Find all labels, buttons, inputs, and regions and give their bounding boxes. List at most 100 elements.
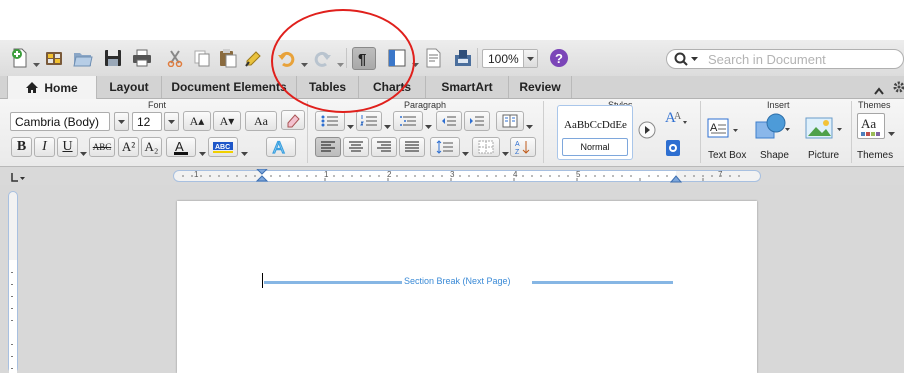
gear-icon[interactable] [892, 80, 904, 99]
picture-insert-icon[interactable] [804, 114, 844, 147]
undo-icon[interactable] [276, 47, 298, 69]
sort-button[interactable]: AZ [510, 137, 536, 157]
themes-gallery-icon[interactable]: Aa [857, 113, 885, 139]
chevron-down-icon[interactable] [114, 112, 129, 131]
bullets-button[interactable] [315, 111, 345, 131]
group-divider [700, 101, 701, 163]
sidebar-dropdown-icon[interactable] [412, 55, 419, 67]
open-icon[interactable] [72, 47, 94, 69]
section-break[interactable]: Section Break (Next Page) [262, 276, 673, 288]
style-normal[interactable]: AaBbCcDdEe Normal [557, 105, 633, 160]
tab-home[interactable]: Home [7, 76, 97, 99]
shape-insert-icon[interactable] [754, 112, 794, 147]
chevron-down-icon[interactable] [241, 144, 248, 156]
columns-button[interactable] [496, 111, 524, 131]
text-box-icon[interactable] [423, 47, 443, 69]
themes-label: Themes [857, 150, 894, 161]
shrink-font-button[interactable]: A▾ [213, 111, 241, 131]
format-painter-icon[interactable] [243, 47, 265, 69]
font-size-field[interactable]: 12 [132, 112, 162, 131]
chevron-down-icon[interactable] [164, 112, 179, 131]
print-icon[interactable] [131, 47, 153, 69]
decrease-indent-button[interactable] [436, 111, 462, 131]
tab-tables[interactable]: Tables [297, 76, 359, 98]
align-center-button[interactable] [343, 137, 369, 157]
chevron-down-icon[interactable] [526, 117, 533, 129]
tab-review[interactable]: Review [509, 76, 572, 98]
tab-charts[interactable]: Charts [359, 76, 426, 98]
picture-label: Picture [808, 150, 840, 161]
chevron-down-icon[interactable] [384, 117, 391, 129]
change-case-button[interactable]: Aa [245, 111, 277, 131]
page-layout-icon[interactable] [452, 47, 474, 69]
chevron-down-icon[interactable] [347, 117, 354, 129]
styles-next-icon[interactable] [638, 121, 656, 144]
chevron-down-icon[interactable] [523, 50, 537, 67]
chevron-down-icon[interactable] [462, 144, 469, 156]
numbered-list-icon [360, 115, 377, 126]
borders-button[interactable] [472, 137, 500, 157]
right-indent-marker-icon[interactable] [670, 173, 682, 183]
search-icon[interactable] [674, 52, 700, 71]
numbering-button[interactable] [356, 111, 382, 131]
eraser-icon [287, 114, 300, 128]
style-inspector-icon[interactable] [665, 139, 681, 162]
align-left-button[interactable] [315, 137, 341, 157]
chevron-down-icon[interactable] [502, 144, 509, 156]
zoom-select[interactable]: 100% [482, 49, 538, 68]
subscript-button[interactable]: A₂ [141, 137, 162, 157]
collapse-ribbon-icon[interactable] [874, 82, 884, 100]
font-group-title: Font [148, 100, 167, 110]
show-formatting-icon[interactable]: ¶ [352, 47, 376, 70]
font-color-button[interactable]: ABC [208, 137, 238, 157]
highlight-button[interactable]: A [166, 137, 196, 157]
search-field[interactable]: Search in Document [666, 49, 904, 69]
redo-dropdown-icon[interactable] [337, 55, 344, 67]
tab-smartart[interactable]: SmartArt [426, 76, 509, 98]
superscript-button[interactable]: A² [118, 137, 139, 157]
undo-dropdown-icon[interactable] [301, 55, 308, 67]
sidebar-icon[interactable] [386, 47, 408, 69]
tab-layout[interactable]: Layout [97, 76, 162, 98]
cut-icon[interactable] [165, 47, 185, 69]
zoom-value: 100% [488, 52, 519, 66]
ribbon-tabs: Home Layout Document Elements Tables Cha… [0, 76, 904, 99]
ruler-number: 2 [387, 170, 392, 179]
chevron-down-icon[interactable] [33, 55, 40, 67]
text-box-insert-icon[interactable]: A [706, 115, 740, 148]
svg-text:A: A [674, 111, 682, 122]
chevron-down-icon[interactable] [888, 124, 895, 136]
align-right-button[interactable] [371, 137, 397, 157]
sort-icon: AZ [515, 141, 530, 155]
underline-button[interactable]: U [57, 137, 78, 157]
tab-home-label: Home [44, 80, 78, 95]
grow-font-button[interactable]: A▴ [183, 111, 211, 131]
bold-button[interactable]: B [11, 137, 32, 157]
save-icon[interactable] [103, 47, 123, 69]
help-icon[interactable]: ? [548, 47, 570, 69]
styles-pane-icon[interactable]: AA [664, 107, 688, 132]
increase-indent-button[interactable] [464, 111, 490, 131]
chevron-down-icon[interactable] [199, 144, 206, 156]
justify-button[interactable] [399, 137, 425, 157]
new-document-icon[interactable] [10, 47, 30, 69]
multilevel-list-button[interactable] [393, 111, 423, 131]
tab-document-elements[interactable]: Document Elements [162, 76, 297, 98]
chevron-down-icon[interactable] [425, 117, 432, 129]
document-page[interactable]: Section Break (Next Page) [177, 201, 757, 373]
strikethrough-button[interactable]: ABC [89, 137, 115, 157]
vertical-ruler[interactable] [8, 191, 18, 373]
clear-formatting-button[interactable] [281, 110, 305, 130]
text-effects-button[interactable]: A [266, 137, 296, 157]
copy-icon[interactable] [192, 47, 212, 69]
gallery-icon[interactable] [43, 47, 65, 69]
font-name-field[interactable]: Cambria (Body) [10, 112, 110, 131]
left-indent-marker-icon[interactable] [256, 169, 268, 185]
ruler-number: 3 [450, 170, 455, 179]
chevron-down-icon[interactable] [80, 144, 87, 156]
paste-icon[interactable] [218, 47, 238, 69]
italic-button[interactable]: I [34, 137, 55, 157]
line-spacing-button[interactable] [430, 137, 460, 157]
horizontal-ruler[interactable]: 1 1 2 3 4 5 7 [173, 169, 761, 185]
redo-icon[interactable] [311, 47, 333, 69]
